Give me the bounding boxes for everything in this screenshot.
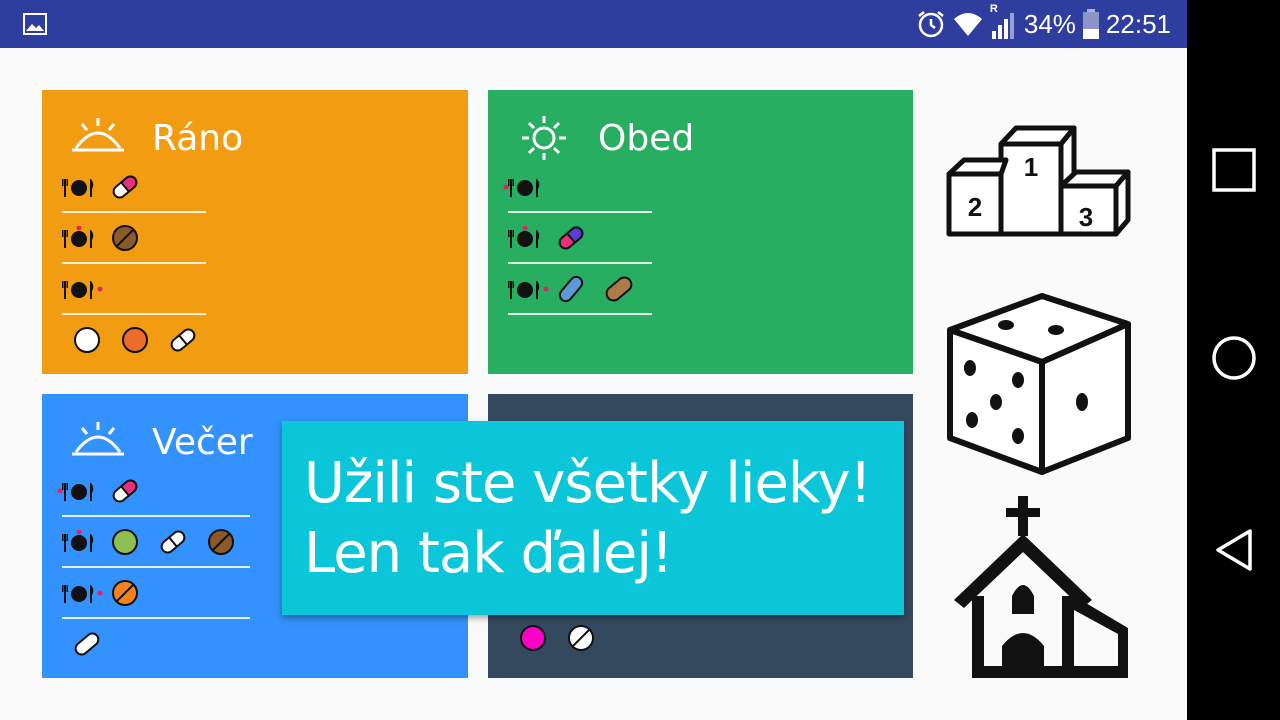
back-icon xyxy=(1215,529,1252,571)
dice-icon[interactable] xyxy=(946,292,1132,476)
sunrise-icon xyxy=(72,118,124,152)
dose-row xyxy=(62,264,206,315)
back-button[interactable] xyxy=(1187,510,1280,590)
card-rano[interactable]: Ráno xyxy=(42,90,468,374)
dose-row xyxy=(62,568,250,619)
toast-line-1: Užili ste všetky lieky! xyxy=(304,451,872,516)
clock: 22:51 xyxy=(1105,8,1171,39)
dose-row xyxy=(508,264,652,315)
meal-icon xyxy=(508,277,549,301)
recent-apps-button[interactable] xyxy=(1187,130,1280,210)
meal-icon xyxy=(503,175,542,199)
sun-icon xyxy=(522,116,566,160)
pill-round-orange-icon xyxy=(112,579,138,606)
signal-icon: R xyxy=(990,3,1018,39)
battery-percent: 34% xyxy=(1023,8,1076,39)
meal-icon xyxy=(62,529,96,554)
navigation-bar xyxy=(1187,0,1280,720)
app-area: Ráno Obed Večer 1 2 3 Užili ste všetky l… xyxy=(0,48,1187,720)
alarm-icon xyxy=(918,11,944,38)
podium-icon[interactable]: 1 2 3 xyxy=(946,124,1132,240)
pill-round-white-icon xyxy=(74,326,100,353)
pill-capsule-pink-icon xyxy=(112,479,138,502)
card-obed[interactable]: Obed xyxy=(488,90,913,374)
pill-round-brown-icon xyxy=(208,528,234,555)
svg-text:3: 3 xyxy=(1079,202,1093,232)
pill-round-white-scored-icon xyxy=(568,624,594,651)
card-title: Večer xyxy=(152,421,253,463)
pill-capsule-blue-icon xyxy=(558,275,584,302)
battery-icon xyxy=(1082,9,1099,39)
dose-row xyxy=(503,162,652,213)
pill-capsule-brown-icon xyxy=(605,276,633,301)
pill-capsule-purple-icon xyxy=(558,226,584,249)
recent-apps-icon xyxy=(1211,148,1256,192)
pill-round-orange-icon xyxy=(122,326,148,353)
pill-capsule-white-icon xyxy=(160,530,186,553)
gallery-icon xyxy=(23,13,47,35)
dose-row xyxy=(57,466,250,517)
svg-text:1: 1 xyxy=(1024,152,1038,182)
dose-row xyxy=(508,613,604,662)
wifi-icon xyxy=(953,13,982,36)
meal-icon xyxy=(62,175,96,199)
meal-icon xyxy=(508,225,542,250)
pill-capsule-white-icon xyxy=(74,632,100,655)
dose-row xyxy=(62,619,250,668)
dose-row xyxy=(62,315,206,364)
svg-text:2: 2 xyxy=(968,192,982,222)
meal-icon xyxy=(62,581,103,605)
church-icon[interactable] xyxy=(952,496,1128,680)
pill-round-brown-icon xyxy=(112,224,138,251)
dose-row xyxy=(62,162,206,213)
meal-icon xyxy=(62,225,96,250)
toast-line-2: Len tak ďalej! xyxy=(304,521,673,586)
pill-capsule-white-icon xyxy=(170,328,196,351)
pill-capsule-icon xyxy=(112,175,138,198)
meal-icon xyxy=(57,479,96,503)
meal-icon xyxy=(62,277,103,301)
toast-message: Užili ste všetky lieky! Len tak ďalej! xyxy=(282,421,904,615)
dose-row xyxy=(62,213,206,264)
home-icon xyxy=(1211,336,1256,380)
sunset-icon xyxy=(72,422,124,456)
dose-row xyxy=(62,517,250,568)
card-title: Ráno xyxy=(152,117,244,159)
home-button[interactable] xyxy=(1187,318,1280,398)
pill-round-green-icon xyxy=(112,528,138,555)
dose-row xyxy=(508,213,652,264)
card-title: Obed xyxy=(598,117,695,159)
status-bar: R 34% 22:51 xyxy=(0,0,1187,48)
pill-round-magenta-icon xyxy=(520,624,546,651)
